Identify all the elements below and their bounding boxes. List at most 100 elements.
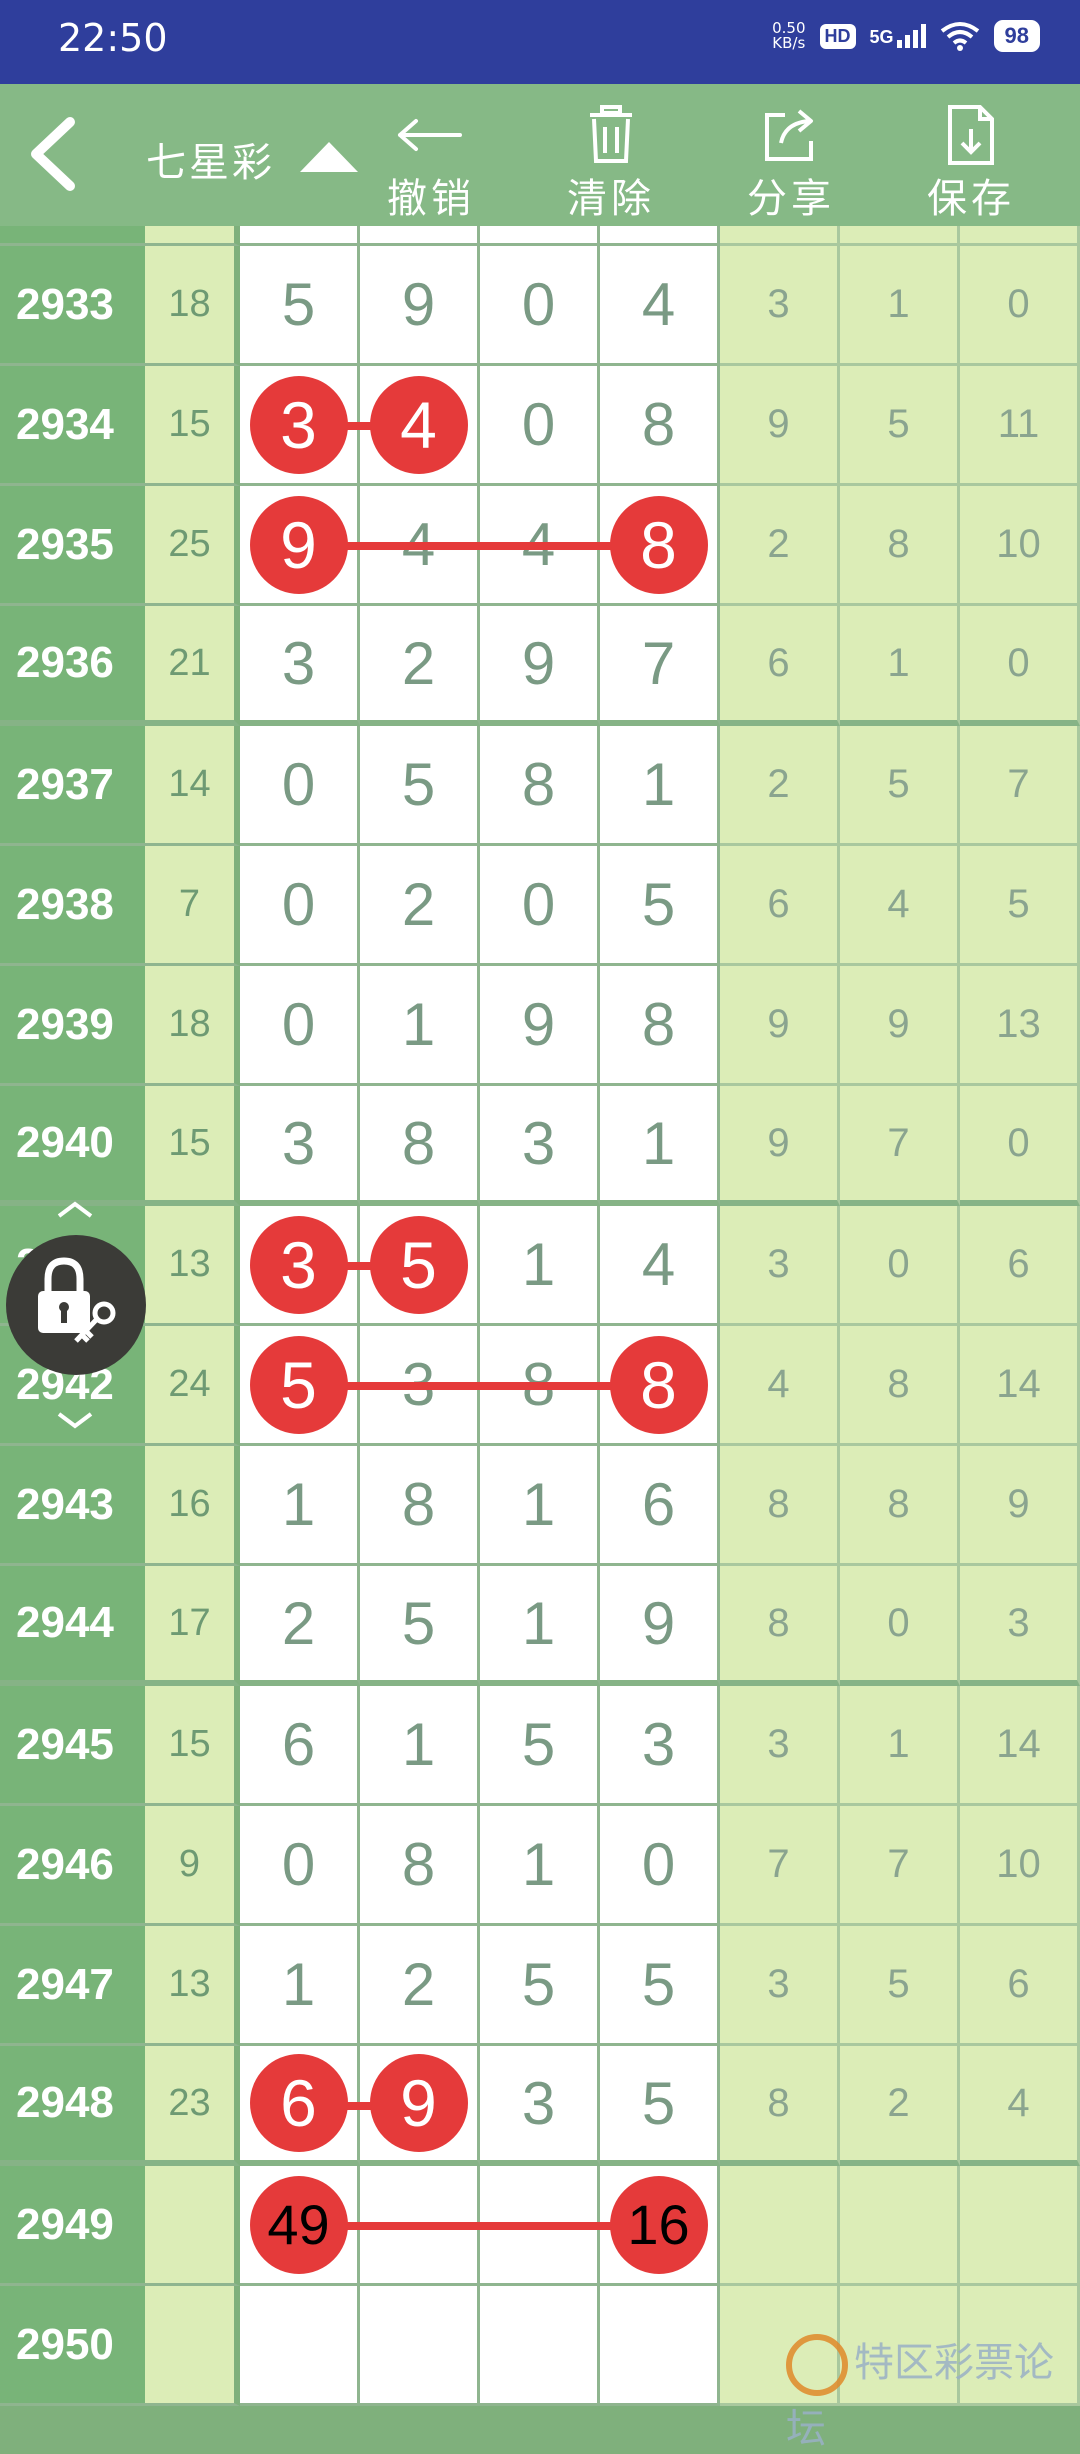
marked-digit-ball[interactable]: 4: [369, 375, 468, 474]
digit-cell[interactable]: 2: [240, 1566, 360, 1686]
digit-cell[interactable]: 8: [600, 486, 720, 606]
digit-cell[interactable]: 6: [600, 1446, 720, 1566]
marked-digit-ball[interactable]: 16: [609, 2175, 708, 2274]
digit-cell[interactable]: 7: [600, 606, 720, 726]
marked-digit-ball[interactable]: 9: [249, 495, 348, 594]
digit-cell[interactable]: 8: [360, 1446, 480, 1566]
digit-cell[interactable]: 2: [360, 846, 480, 966]
marked-digit-ball[interactable]: 5: [249, 1335, 348, 1434]
digit-cell[interactable]: 5: [600, 1926, 720, 2046]
dropdown-triangle-icon[interactable]: [300, 142, 358, 172]
lock-button[interactable]: [6, 1235, 146, 1375]
digit-cell[interactable]: 3: [240, 1206, 360, 1326]
digit-cell[interactable]: 9: [480, 966, 600, 1086]
digit-cell[interactable]: 0: [240, 966, 360, 1086]
digit-cell[interactable]: 3: [240, 606, 360, 726]
digit-cell[interactable]: 3: [480, 2046, 600, 2166]
digit-cell[interactable]: 2: [360, 606, 480, 726]
clear-button[interactable]: 清除: [546, 102, 676, 224]
digit-cell[interactable]: 9: [480, 606, 600, 726]
lottery-title[interactable]: 七星彩: [146, 130, 275, 188]
digit-cell[interactable]: 4: [360, 366, 480, 486]
digit-cell[interactable]: 1: [480, 1446, 600, 1566]
digit-sum: 17: [145, 1566, 240, 1686]
digit-cell[interactable]: 5: [480, 1686, 600, 1806]
digit-cell[interactable]: 0: [480, 846, 600, 966]
digit-cell[interactable]: [600, 2286, 720, 2406]
digit-cell[interactable]: 8: [600, 1326, 720, 1446]
digit-cell[interactable]: 8: [600, 966, 720, 1086]
digit-sum: 13: [145, 1206, 240, 1326]
marked-digit-ball[interactable]: 8: [609, 1335, 708, 1434]
digit-cell[interactable]: 8: [360, 1806, 480, 1926]
marked-digit-ball[interactable]: 49: [249, 2175, 348, 2274]
digit-cell[interactable]: 5: [240, 246, 360, 366]
marked-digit-ball[interactable]: 3: [249, 375, 348, 474]
digit-cell[interactable]: 5: [360, 726, 480, 846]
digit-cell[interactable]: 9: [360, 246, 480, 366]
digit-cell[interactable]: 5: [360, 1206, 480, 1326]
draw-row: 2940 15 3 8 3 1 9 7 0: [0, 1086, 1080, 1206]
digit-cell[interactable]: 5: [240, 1326, 360, 1446]
period-number: 2939: [0, 966, 145, 1086]
digit-cell[interactable]: 5: [480, 1926, 600, 2046]
digit-cell[interactable]: 3: [240, 366, 360, 486]
period-number: 2935: [0, 486, 145, 606]
digit-sum: 14: [145, 726, 240, 846]
save-button[interactable]: 保存: [906, 102, 1036, 224]
digit-cell[interactable]: 0: [240, 1806, 360, 1926]
ball-connector-line: [300, 1382, 660, 1390]
net-speed: 0.50 KB/s: [772, 21, 805, 51]
digit-cell[interactable]: 0: [240, 726, 360, 846]
digit-cell[interactable]: 3: [600, 1686, 720, 1806]
digit-cell[interactable]: 49: [240, 2166, 360, 2286]
marked-digit-ball[interactable]: 3: [249, 1215, 348, 1314]
digit-cell[interactable]: 4: [600, 1206, 720, 1326]
digit-cell[interactable]: 8: [360, 1086, 480, 1206]
stat-cell: 14: [960, 1326, 1080, 1446]
digit-cell[interactable]: 1: [240, 1446, 360, 1566]
stat-cell: [960, 2166, 1080, 2286]
stat-cell: 6: [720, 846, 840, 966]
digit-cell[interactable]: 5: [600, 2046, 720, 2166]
digit-cell[interactable]: 4: [600, 246, 720, 366]
digit-cell[interactable]: 8: [600, 366, 720, 486]
digit-cell[interactable]: 9: [360, 2046, 480, 2166]
digit-cell[interactable]: 16: [600, 2166, 720, 2286]
digit-cell[interactable]: 1: [360, 1686, 480, 1806]
digit-cell[interactable]: 1: [480, 1806, 600, 1926]
digit-cell[interactable]: 1: [480, 1566, 600, 1686]
share-icon: [765, 109, 813, 161]
digit-cell[interactable]: 1: [600, 1086, 720, 1206]
digit-cell[interactable]: 1: [240, 1926, 360, 2046]
digit-cell[interactable]: 0: [480, 246, 600, 366]
marked-digit-ball[interactable]: 8: [609, 495, 708, 594]
share-button[interactable]: 分享: [726, 102, 856, 224]
digit-cell[interactable]: 1: [600, 726, 720, 846]
digit-cell[interactable]: 9: [240, 486, 360, 606]
digit-cell[interactable]: 1: [480, 1206, 600, 1326]
back-arrow-icon[interactable]: [20, 114, 90, 194]
period-number: 2948: [0, 2046, 145, 2166]
digit-cell[interactable]: 5: [600, 846, 720, 966]
digit-cell[interactable]: 1: [360, 966, 480, 1086]
digit-cell[interactable]: 9: [600, 1566, 720, 1686]
digit-cell[interactable]: 5: [360, 1566, 480, 1686]
digit-cell[interactable]: 8: [480, 726, 600, 846]
digit-cell[interactable]: 3: [480, 1086, 600, 1206]
digit-cell[interactable]: 6: [240, 2046, 360, 2166]
digit-cell[interactable]: [240, 2286, 360, 2406]
digit-cell[interactable]: 0: [600, 1806, 720, 1926]
marked-digit-ball[interactable]: 9: [369, 2054, 468, 2152]
digit-cell[interactable]: [360, 2286, 480, 2406]
digit-cell[interactable]: 6: [240, 1686, 360, 1806]
marked-digit-ball[interactable]: 5: [369, 1215, 468, 1314]
undo-button[interactable]: 撤销: [366, 102, 496, 224]
digit-cell[interactable]: 0: [240, 846, 360, 966]
ball-connector-line: [300, 542, 660, 550]
digit-cell[interactable]: [480, 2286, 600, 2406]
marked-digit-ball[interactable]: 6: [249, 2054, 348, 2152]
digit-cell[interactable]: 0: [480, 366, 600, 486]
digit-cell[interactable]: 2: [360, 1926, 480, 2046]
digit-cell[interactable]: 3: [240, 1086, 360, 1206]
